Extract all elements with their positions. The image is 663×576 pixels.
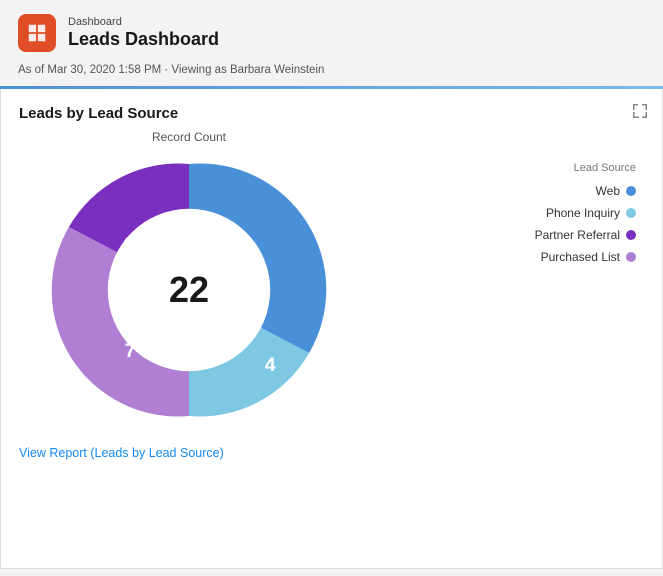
- chart-legend: Lead Source Web Phone Inquiry Partner Re…: [535, 162, 636, 264]
- legend-item-phone: Phone Inquiry: [535, 206, 636, 220]
- record-count-label: Record Count: [152, 130, 226, 144]
- legend-title: Lead Source: [535, 162, 636, 174]
- donut-chart-container: Record Count 7: [19, 130, 359, 430]
- seg-label-purchased: 7: [125, 340, 136, 362]
- donut-total: 22: [169, 269, 209, 311]
- legend-label-phone: Phone Inquiry: [546, 206, 620, 220]
- chart-card: Leads by Lead Source Record Count: [0, 89, 663, 569]
- page-title: Leads Dashboard: [68, 29, 219, 51]
- expand-icon: [632, 103, 648, 119]
- header-text: Dashboard Leads Dashboard: [68, 16, 219, 51]
- dashboard-icon: [26, 22, 48, 44]
- seg-label-partner: 4: [121, 234, 132, 256]
- view-report-link[interactable]: View Report (Leads by Lead Source): [19, 446, 224, 460]
- donut-wrapper: 7 4 7 4 22: [49, 150, 329, 430]
- legend-dot-web: [626, 186, 636, 196]
- legend-dot-purchased: [626, 252, 636, 262]
- expand-button[interactable]: [632, 103, 648, 124]
- subheader-text: As of Mar 30, 2020 1:58 PM · Viewing as …: [0, 64, 663, 86]
- legend-item-purchased: Purchased List: [535, 250, 636, 264]
- chart-area: Record Count 7: [19, 130, 644, 430]
- legend-dot-phone: [626, 208, 636, 218]
- app-icon: [18, 14, 56, 52]
- card-title: Leads by Lead Source: [19, 105, 644, 122]
- legend-item-web: Web: [535, 184, 636, 198]
- legend-label-purchased: Purchased List: [541, 250, 620, 264]
- dashboard-label: Dashboard: [68, 16, 219, 28]
- legend-label-web: Web: [596, 184, 620, 198]
- page-header: Dashboard Leads Dashboard: [0, 0, 663, 64]
- seg-label-phone: 4: [265, 354, 276, 376]
- legend-dot-partner: [626, 230, 636, 240]
- seg-label-web: 7: [237, 234, 248, 256]
- legend-label-partner: Partner Referral: [535, 228, 620, 242]
- legend-item-partner: Partner Referral: [535, 228, 636, 242]
